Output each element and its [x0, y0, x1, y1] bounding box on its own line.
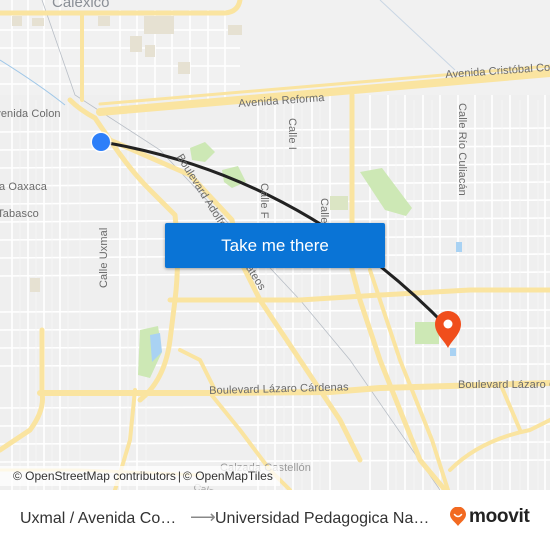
street-label-calle-i: Calle I — [286, 118, 298, 150]
route-footer: Uxmal / Avenida Co… ⟶ Universidad Pedago… — [0, 490, 550, 550]
arrow-right-icon: ⟶ — [190, 507, 216, 527]
map-view[interactable]: Calexico Avenida Colon Avenida Reforma A… — [0, 0, 550, 490]
destination-name: Universidad Pedagogica Na… — [215, 510, 430, 527]
omt-attribution-link[interactable]: © OpenMapTiles — [183, 469, 273, 483]
moovit-route-preview: Calexico Avenida Colon Avenida Reforma A… — [0, 0, 550, 550]
attribution-separator: | — [177, 469, 182, 483]
street-label-avenida-tabasco: Avenida Tabasco — [0, 208, 39, 220]
street-label-calle-uxmal: Calle Uxmal — [98, 227, 110, 288]
take-me-there-button[interactable]: Take me there — [165, 223, 385, 268]
map-attribution: © OpenStreetMap contributors | © OpenMap… — [0, 466, 280, 486]
street-label-text: Avenida Colon — [0, 108, 61, 120]
street-label-calle-rio-culiacan: Calle Río Culiacán — [456, 103, 468, 196]
street-label-calle-f: Calle F — [258, 183, 270, 219]
city-label-calexico: Calexico — [52, 0, 110, 11]
osm-attribution-link[interactable]: © OpenStreetMap contributors — [13, 469, 176, 483]
street-label-avenida-oaxaca: Avenida Oaxaca — [0, 181, 47, 193]
moovit-logo[interactable]: moovit — [449, 506, 530, 528]
street-label-boulevard-lazaro-cardenas-east: Boulevard Lázaro Cárdenas — [458, 379, 550, 391]
street-label-avenida-colon: Avenida Colon — [0, 108, 61, 120]
moovit-wordmark: moovit — [469, 506, 530, 527]
moovit-pin-icon — [450, 507, 466, 526]
origin-stop-name: Uxmal / Avenida Co… — [20, 510, 177, 527]
origin-marker[interactable] — [90, 131, 112, 153]
